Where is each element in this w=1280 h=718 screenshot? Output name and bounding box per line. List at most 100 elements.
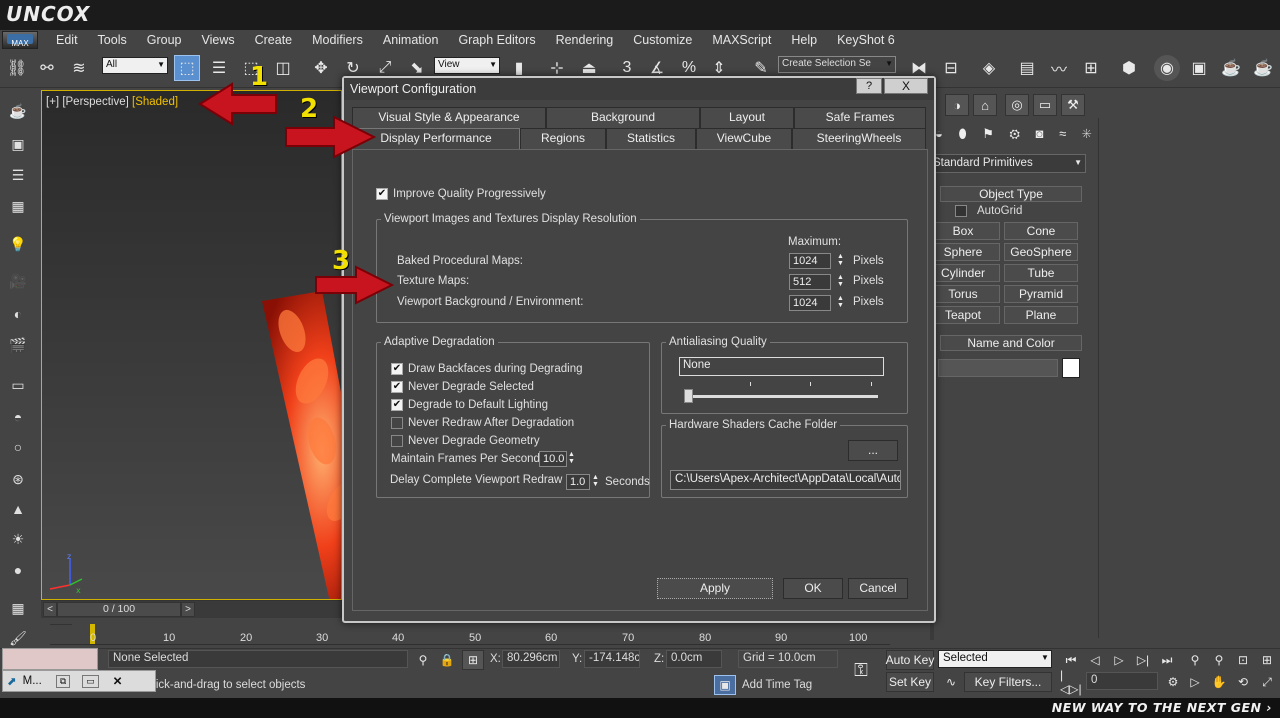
draw-backfaces-checkbox[interactable]: ✔ bbox=[391, 363, 403, 375]
selection-lock-icon[interactable]: 🔒 bbox=[436, 650, 458, 670]
menu-group[interactable]: Group bbox=[137, 33, 192, 47]
cylinder-button[interactable]: Cylinder bbox=[926, 264, 1000, 282]
name-and-color-rollout[interactable]: Name and Color bbox=[940, 335, 1082, 351]
select-and-link-icon[interactable]: ⛓ bbox=[4, 55, 30, 81]
baked-procedural-maps-input[interactable]: 1024 bbox=[789, 253, 831, 269]
set-key-mode-key-icon[interactable]: ⚿ bbox=[846, 658, 876, 682]
viewport-background-input[interactable]: 1024 bbox=[789, 295, 831, 311]
layer-manager-icon[interactable]: ◈ bbox=[976, 55, 1002, 81]
tab-background[interactable]: Background bbox=[546, 107, 700, 128]
render-production-icon[interactable]: ☕ bbox=[1250, 55, 1276, 81]
selection-filter-dropdown[interactable]: All bbox=[102, 57, 168, 74]
disc-icon[interactable]: ● bbox=[6, 559, 30, 581]
lights-icon[interactable]: 💡 bbox=[6, 233, 30, 255]
previous-frame-icon[interactable]: ◁ bbox=[1084, 650, 1106, 670]
paint-icon[interactable]: 🖌 bbox=[6, 627, 30, 649]
viewport-menu-plus[interactable]: [+] bbox=[46, 96, 59, 108]
menu-graph-editors[interactable]: Graph Editors bbox=[448, 33, 545, 47]
select-by-name-icon[interactable]: ☰ bbox=[206, 55, 232, 81]
pyramid-button[interactable]: Pyramid bbox=[1004, 285, 1078, 303]
x-coord-input[interactable]: 80.296cm bbox=[502, 650, 560, 668]
zoom-extents-icon[interactable]: ⊡ bbox=[1232, 650, 1254, 670]
maintain-fps-input[interactable]: 10.0 bbox=[539, 451, 567, 467]
go-to-end-icon[interactable]: ⏭ bbox=[1156, 650, 1178, 670]
time-tag-icon[interactable]: ▣ bbox=[714, 675, 736, 695]
never-degrade-geometry-checkbox[interactable] bbox=[391, 435, 403, 447]
orbit-icon[interactable]: ⟲ bbox=[1232, 672, 1254, 692]
create-tab-icon[interactable]: ◑ bbox=[945, 94, 969, 116]
tab-viewcube[interactable]: ViewCube bbox=[696, 128, 792, 149]
box-object-icon[interactable]: ▭ bbox=[6, 374, 30, 396]
modify-tab-icon[interactable]: ⌂ bbox=[973, 94, 997, 116]
plane-button[interactable]: Plane bbox=[1004, 306, 1078, 324]
never-degrade-selected-checkbox[interactable]: ✔ bbox=[391, 381, 403, 393]
texture-maps-spinner[interactable]: ▲ ▼ bbox=[836, 274, 845, 290]
set-key-button[interactable]: Set Key bbox=[886, 672, 934, 692]
current-frame-input[interactable]: 0 bbox=[1086, 672, 1158, 690]
antialiasing-slider-track[interactable] bbox=[688, 395, 878, 398]
zoom-extents-all-icon[interactable]: ⊞ bbox=[1256, 650, 1278, 670]
browse-folder-button[interactable]: ... bbox=[848, 440, 898, 461]
dialog-close-button[interactable]: X bbox=[884, 78, 928, 94]
create-category-icons[interactable]: ◒ ⬮ ⚑ ⚙ ◙ ≈ ✳ bbox=[935, 126, 1098, 142]
curve-editor-icon[interactable]: 〰 bbox=[1046, 55, 1072, 81]
degrade-default-lighting-checkbox[interactable]: ✔ bbox=[391, 399, 403, 411]
select-and-move-icon[interactable]: ✥ bbox=[308, 55, 334, 81]
teapot-icon[interactable]: ☕ bbox=[6, 100, 30, 122]
viewport-view-label[interactable]: [Perspective] bbox=[62, 96, 128, 108]
key-mode-toggle-icon[interactable]: |◁▷| bbox=[1060, 668, 1082, 696]
align-icon[interactable]: ⊟ bbox=[938, 55, 964, 81]
cone-icon[interactable]: ▲ bbox=[6, 498, 30, 520]
material-editor-icon[interactable]: ⬢ bbox=[1116, 55, 1142, 81]
apply-button[interactable]: Apply bbox=[657, 578, 773, 599]
time-slider-next-button[interactable]: > bbox=[181, 602, 195, 617]
tab-statistics[interactable]: Statistics bbox=[606, 128, 696, 149]
utilities-tab-icon[interactable]: ⚒ bbox=[1061, 94, 1085, 116]
menu-create[interactable]: Create bbox=[245, 33, 303, 47]
scene-explorer-icon[interactable]: ☰ bbox=[6, 164, 30, 186]
shader-cache-path-input[interactable]: C:\Users\Apex-Architect\AppData\Local\Au… bbox=[670, 470, 901, 490]
render-setup-icon[interactable]: ▣ bbox=[1186, 55, 1212, 81]
menu-animation[interactable]: Animation bbox=[373, 33, 449, 47]
window-crossing-icon[interactable]: ◫ bbox=[270, 55, 296, 81]
improve-quality-checkbox[interactable]: ✔ bbox=[376, 188, 388, 200]
add-time-tag-button[interactable]: Add Time Tag bbox=[742, 679, 812, 691]
rendered-frame-window-icon[interactable]: ☕ bbox=[1218, 55, 1244, 81]
torus-button[interactable]: Torus bbox=[926, 285, 1000, 303]
maximize-viewport-icon[interactable]: ⤢ bbox=[1256, 672, 1278, 692]
tab-regions[interactable]: Regions bbox=[520, 128, 606, 149]
video-post-icon[interactable]: 🎬 bbox=[6, 334, 30, 356]
sphere-button[interactable]: Sphere bbox=[926, 243, 1000, 261]
object-type-rollout[interactable]: Object Type bbox=[940, 186, 1082, 202]
object-name-input[interactable] bbox=[938, 359, 1058, 377]
camera-icon[interactable]: 🎥 bbox=[6, 270, 30, 292]
viewport-label[interactable]: [+] [Perspective] [Shaded] bbox=[46, 96, 178, 108]
menu-tools[interactable]: Tools bbox=[88, 33, 137, 47]
antialiasing-slider-thumb[interactable] bbox=[684, 389, 693, 403]
application-button[interactable]: MAX bbox=[2, 31, 38, 49]
motion-tab-icon[interactable]: ▭ bbox=[1033, 94, 1057, 116]
tab-steeringwheels[interactable]: SteeringWheels bbox=[792, 128, 926, 149]
dialog-help-button[interactable]: ? bbox=[856, 78, 882, 94]
plugin-icon[interactable]: ◉ bbox=[1154, 55, 1180, 81]
select-object-icon[interactable]: ⬚ bbox=[174, 55, 200, 81]
field-of-view-icon[interactable]: ▷ bbox=[1184, 672, 1206, 692]
tab-layout[interactable]: Layout bbox=[700, 107, 794, 128]
tube-button[interactable]: Tube bbox=[1004, 264, 1078, 282]
sun-icon[interactable]: ☀ bbox=[6, 528, 30, 550]
delay-redraw-input[interactable]: 1.0 bbox=[566, 474, 590, 490]
time-configuration-icon[interactable]: ⚙ bbox=[1162, 672, 1184, 692]
restore-icon[interactable]: ⧉ bbox=[55, 674, 71, 688]
grid-helper-icon[interactable]: ▦ bbox=[6, 597, 30, 619]
go-to-start-icon[interactable]: ⏮ bbox=[1060, 650, 1082, 670]
menu-modifiers[interactable]: Modifiers bbox=[302, 33, 373, 47]
hemisphere-icon[interactable]: ◓ bbox=[6, 406, 30, 428]
y-coord-input[interactable]: -174.148cm bbox=[584, 650, 640, 668]
play-icon[interactable]: ▷ bbox=[1108, 650, 1130, 670]
tab-safe-frames[interactable]: Safe Frames bbox=[794, 107, 926, 128]
maximize-icon[interactable]: ▭ bbox=[82, 674, 99, 688]
z-coord-input[interactable]: 0.0cm bbox=[666, 650, 722, 668]
key-tangent-icon[interactable]: ∿ bbox=[940, 672, 962, 692]
named-selection-sets-dropdown[interactable]: Create Selection Se bbox=[778, 56, 896, 73]
pan-view-icon[interactable]: ✋ bbox=[1208, 672, 1230, 692]
